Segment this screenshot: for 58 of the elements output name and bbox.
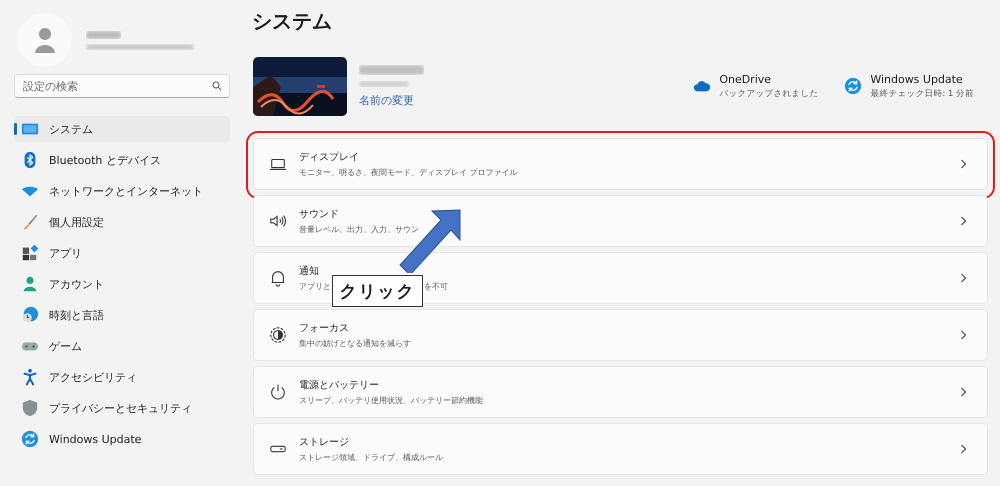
card-subtitle: スリープ、バッテリ使用状況、バッテリー節約機能 [299,395,483,406]
card-title: サウンド [299,208,340,221]
sidebar-item[interactable]: Windows Update [14,426,230,452]
status-title: Windows Update [870,72,964,86]
shield-icon [21,399,39,417]
card-subtitle: モニター、明るさ、夜間モード、ディスプレイ プロファイル [299,167,518,178]
card-subtitle: を不可 [424,281,448,292]
sync-icon [844,77,862,95]
sidebar-item[interactable]: ゲーム [14,333,230,359]
sidebar-item[interactable]: アカウント [14,271,230,297]
chevron-icon [960,387,967,397]
blurred-name-drawing [86,30,121,38]
card-title: 電源とバッテリー [299,379,380,392]
sidebar-item[interactable]: Bluetooth とデバイス [14,147,230,173]
chevron-icon [960,159,967,169]
chevron-icon [960,216,967,226]
apps-icon [21,244,39,262]
search-field[interactable]: 設定の検索 [14,74,230,98]
settings-card[interactable]: ストレージ ストレージ領域、ドライブ、構成ルール [253,423,988,475]
sidebar-item[interactable]: 個人用設定 [14,209,230,235]
card-title: ディスプレイ [299,150,360,164]
sidebar-item[interactable]: プライバシーとセキュリティ [14,395,230,421]
card-title: ストレージ [299,436,350,449]
status-title: OneDrive [719,72,772,86]
chevron-icon [960,330,967,340]
settings-card[interactable]: 電源とバッテリー スリープ、バッテリ使用状況、バッテリー節約機能 [253,366,988,418]
status-subtitle: 最終チェック日時: 1 分前 [870,88,974,100]
card-title: フォーカス [299,322,350,335]
power-icon [269,383,287,401]
accessibility-icon [21,368,39,386]
status-subtitle: バックアップされました [719,88,818,100]
callout-label: クリック [332,275,423,307]
settings-card[interactable]: ディスプレイ モニター、明るさ、夜間モード、ディスプレイ プロファイル [253,138,988,190]
sidebar-item[interactable]: ネットワークとインターネット [14,178,230,204]
blurred-device-name-drawing [359,64,424,74]
rename-link[interactable]: 名前の変更 [359,92,682,108]
card-subtitle: 集中の妨げとなる通知を減らす [299,338,411,349]
search-icon [212,81,222,91]
sidebar-item[interactable]: システム [14,116,230,142]
sync-icon [21,430,39,448]
sidebar-item[interactable]: アクセシビリティ [14,364,230,390]
page-title: システム [252,8,333,35]
sidebar-item[interactable]: アプリ [14,240,230,266]
sidebar-item[interactable]: 時刻と言語 [14,302,230,328]
clock-globe-icon [21,306,39,324]
person-icon [21,275,39,293]
card-subtitle: 音量レベル、出力、入力、サウン [299,224,419,235]
bell-icon [269,269,287,287]
card-subtitle: アプリと [299,281,331,292]
chevron-icon [960,273,967,283]
focus-icon [269,326,287,344]
blurred-model-drawing [359,80,409,86]
card-title: 通知 [299,264,320,278]
card-subtitle: ストレージ領域、ドライブ、構成ルール [299,452,443,463]
settings-card[interactable]: フォーカス 集中の妨げとなる通知を減らす [253,309,988,361]
paintbrush-icon [21,213,39,231]
chevron-icon [960,444,967,454]
settings-card[interactable]: サウンド 音量レベル、出力、入力、サウン [253,195,988,247]
